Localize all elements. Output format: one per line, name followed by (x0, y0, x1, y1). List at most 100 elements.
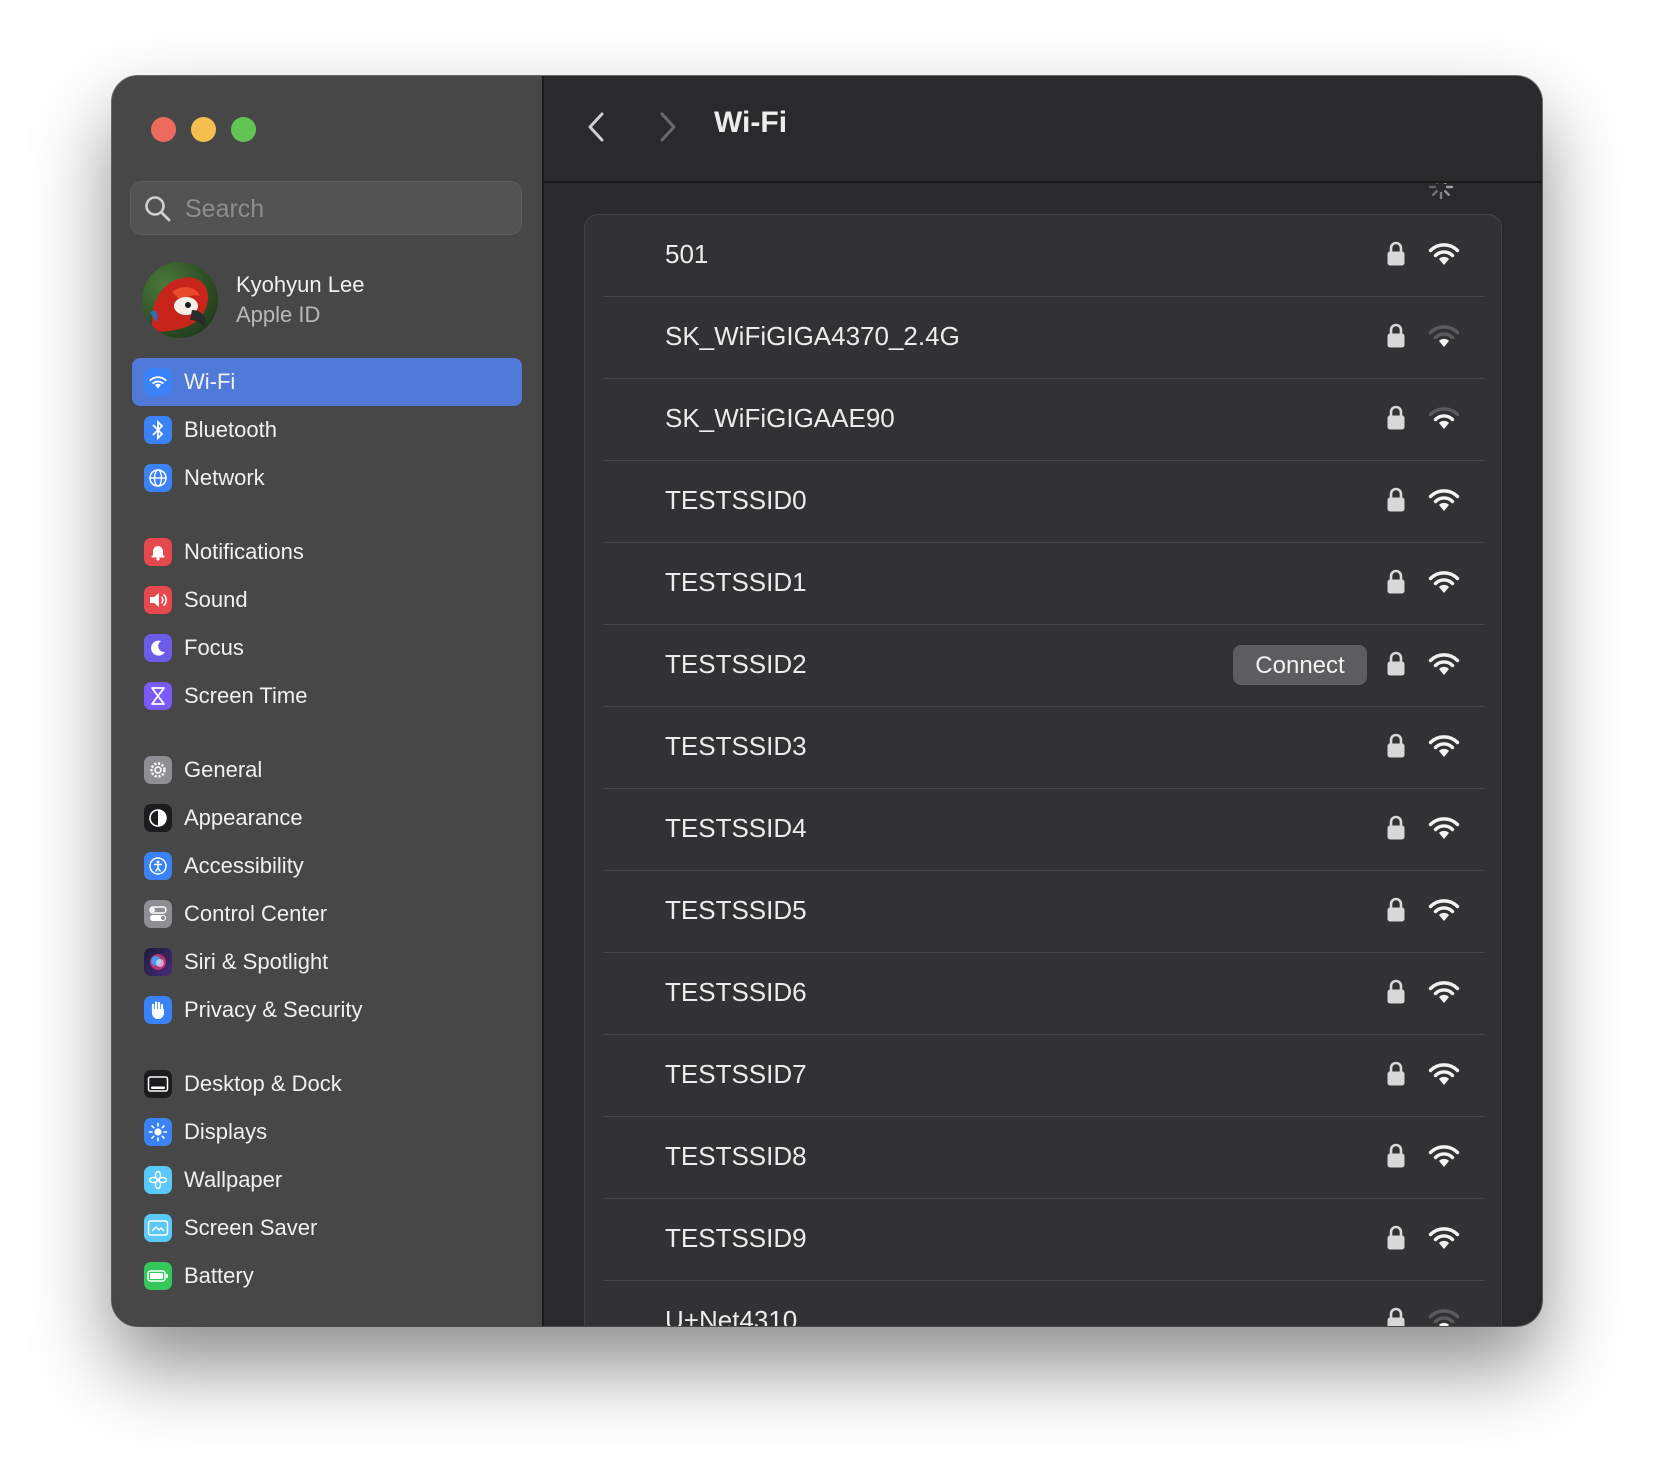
sidebar-item-siri-spotlight[interactable]: Siri & Spotlight (132, 938, 522, 986)
lock-icon (1387, 487, 1405, 512)
sidebar-item-network[interactable]: Network (132, 454, 522, 502)
lock-icon (1387, 651, 1405, 676)
wifi-signal-icon (1428, 571, 1460, 593)
sidebar-item-wallpaper[interactable]: Wallpaper (132, 1156, 522, 1204)
dock-icon (144, 1070, 172, 1098)
globe-icon (144, 464, 172, 492)
network-name: TESTSSID5 (665, 895, 807, 925)
sidebar-item-notifications[interactable]: Notifications (132, 528, 522, 576)
sidebar-item-label: Privacy & Security (184, 997, 363, 1022)
sidebar-item-screen-saver[interactable]: Screen Saver (132, 1204, 522, 1252)
flower-icon (144, 1166, 172, 1194)
network-row[interactable]: TESTSSID1 (585, 543, 1503, 625)
sidebar-item-appearance[interactable]: Appearance (132, 794, 522, 842)
lock-icon (1387, 733, 1405, 758)
sidebar-item-label: Bluetooth (184, 417, 277, 442)
avatar (142, 262, 218, 338)
sidebar-item-focus[interactable]: Focus (132, 624, 522, 672)
wifi-signal-icon (1428, 899, 1460, 921)
minimize-window-button[interactable] (191, 117, 216, 142)
sidebar-item-bluetooth[interactable]: Bluetooth (132, 406, 522, 454)
network-row[interactable]: TESTSSID7 (585, 1035, 1503, 1117)
lock-icon (1387, 1307, 1405, 1326)
moon-icon (144, 634, 172, 662)
wifi-signal-icon (1428, 817, 1460, 839)
sidebar-item-screen-time[interactable]: Screen Time (132, 672, 522, 720)
network-row[interactable]: SK_WiFiGIGA4370_2.4G (585, 297, 1503, 379)
lock-icon (1387, 405, 1405, 430)
sidebar: Kyohyun Lee Apple ID Wi-Fi Bluetooth Net… (112, 76, 544, 1326)
sidebar-item-desktop-dock[interactable]: Desktop & Dock (132, 1060, 522, 1108)
sidebar-item-label: General (184, 757, 263, 782)
search-icon (145, 196, 171, 222)
zoom-window-button[interactable] (231, 117, 256, 142)
sidebar-item-label: Appearance (184, 805, 303, 830)
network-row[interactable]: TESTSSID2 Connect (585, 625, 1503, 707)
sidebar-item-control-center[interactable]: Control Center (132, 890, 522, 938)
sidebar-item-label: Siri & Spotlight (184, 949, 329, 974)
sidebar-item-label: Network (184, 465, 265, 490)
loading-spinner-icon (1428, 181, 1454, 200)
network-row[interactable]: TESTSSID0 (585, 461, 1503, 543)
gear-icon (144, 756, 172, 784)
sidebar-item-label: Control Center (184, 901, 328, 926)
screensaver-icon (144, 1214, 172, 1242)
sidebar-item-label: Screen Saver (184, 1215, 318, 1240)
search-field[interactable] (130, 181, 522, 235)
back-chevron-icon[interactable] (582, 109, 612, 145)
network-row[interactable]: TESTSSID8 (585, 1117, 1503, 1199)
network-row[interactable]: TESTSSID4 (585, 789, 1503, 871)
bluetooth-icon (144, 416, 172, 444)
page-title: Wi-Fi (714, 106, 788, 139)
network-name: TESTSSID2 (665, 649, 807, 679)
wifi-signal-icon (1428, 489, 1460, 511)
connect-button[interactable]: Connect (1233, 645, 1367, 685)
network-name: TESTSSID8 (665, 1141, 807, 1171)
accessibility-icon (144, 852, 172, 880)
hourglass-icon (144, 682, 172, 710)
wifi-signal-icon (1428, 653, 1460, 675)
lock-icon (1387, 815, 1405, 840)
wifi-signal-icon (1428, 407, 1460, 429)
lock-icon (1387, 897, 1405, 922)
network-row[interactable]: SK_WiFiGIGAAE90 (585, 379, 1503, 461)
sidebar-item-label: Focus (184, 635, 244, 660)
sidebar-item-displays[interactable]: Displays (132, 1108, 522, 1156)
network-name: TESTSSID4 (665, 813, 807, 843)
sidebar-item-sound[interactable]: Sound (132, 576, 522, 624)
sidebar-item-wifi[interactable]: Wi-Fi (132, 358, 522, 406)
wifi-icon (144, 368, 172, 396)
apple-id-account[interactable]: Kyohyun Lee Apple ID (142, 262, 522, 342)
sidebar-item-battery[interactable]: Battery (132, 1252, 522, 1300)
sidebar-item-label: Sound (184, 587, 248, 612)
network-row[interactable]: 501 (585, 215, 1503, 297)
sidebar-item-general[interactable]: General (132, 746, 522, 794)
search-input[interactable] (183, 190, 507, 228)
lock-icon (1387, 1225, 1405, 1250)
wifi-signal-icon (1428, 981, 1460, 1003)
sidebar-item-label: Battery (184, 1263, 254, 1288)
network-name: SK_WiFiGIGA4370_2.4G (665, 321, 960, 351)
network-name: 501 (665, 239, 709, 269)
network-row[interactable]: U+Net4310 (585, 1281, 1503, 1326)
battery-icon (144, 1262, 172, 1290)
account-subtitle: Apple ID (236, 302, 321, 327)
sidebar-item-label: Displays (184, 1119, 268, 1144)
wifi-signal-icon (1428, 1309, 1460, 1326)
network-row[interactable]: TESTSSID5 (585, 871, 1503, 953)
forward-chevron-icon[interactable] (652, 109, 682, 145)
close-window-button[interactable] (151, 117, 176, 142)
account-name: Kyohyun Lee (236, 272, 365, 297)
sun-icon (144, 1118, 172, 1146)
sidebar-item-label: Screen Time (184, 683, 308, 708)
wifi-settings-content[interactable]: Other Networks 501SK_WiFiGIGA4370_2.4GSK… (544, 181, 1542, 1326)
wifi-signal-icon (1428, 1227, 1460, 1249)
network-row[interactable]: TESTSSID3 (585, 707, 1503, 789)
network-name: TESTSSID0 (665, 485, 807, 515)
network-row[interactable]: TESTSSID6 (585, 953, 1503, 1035)
network-name: TESTSSID7 (665, 1059, 807, 1089)
sidebar-item-privacy-security[interactable]: Privacy & Security (132, 986, 522, 1034)
sidebar-item-accessibility[interactable]: Accessibility (132, 842, 522, 890)
network-row[interactable]: TESTSSID9 (585, 1199, 1503, 1281)
sidebar-item-label: Wallpaper (184, 1167, 283, 1192)
